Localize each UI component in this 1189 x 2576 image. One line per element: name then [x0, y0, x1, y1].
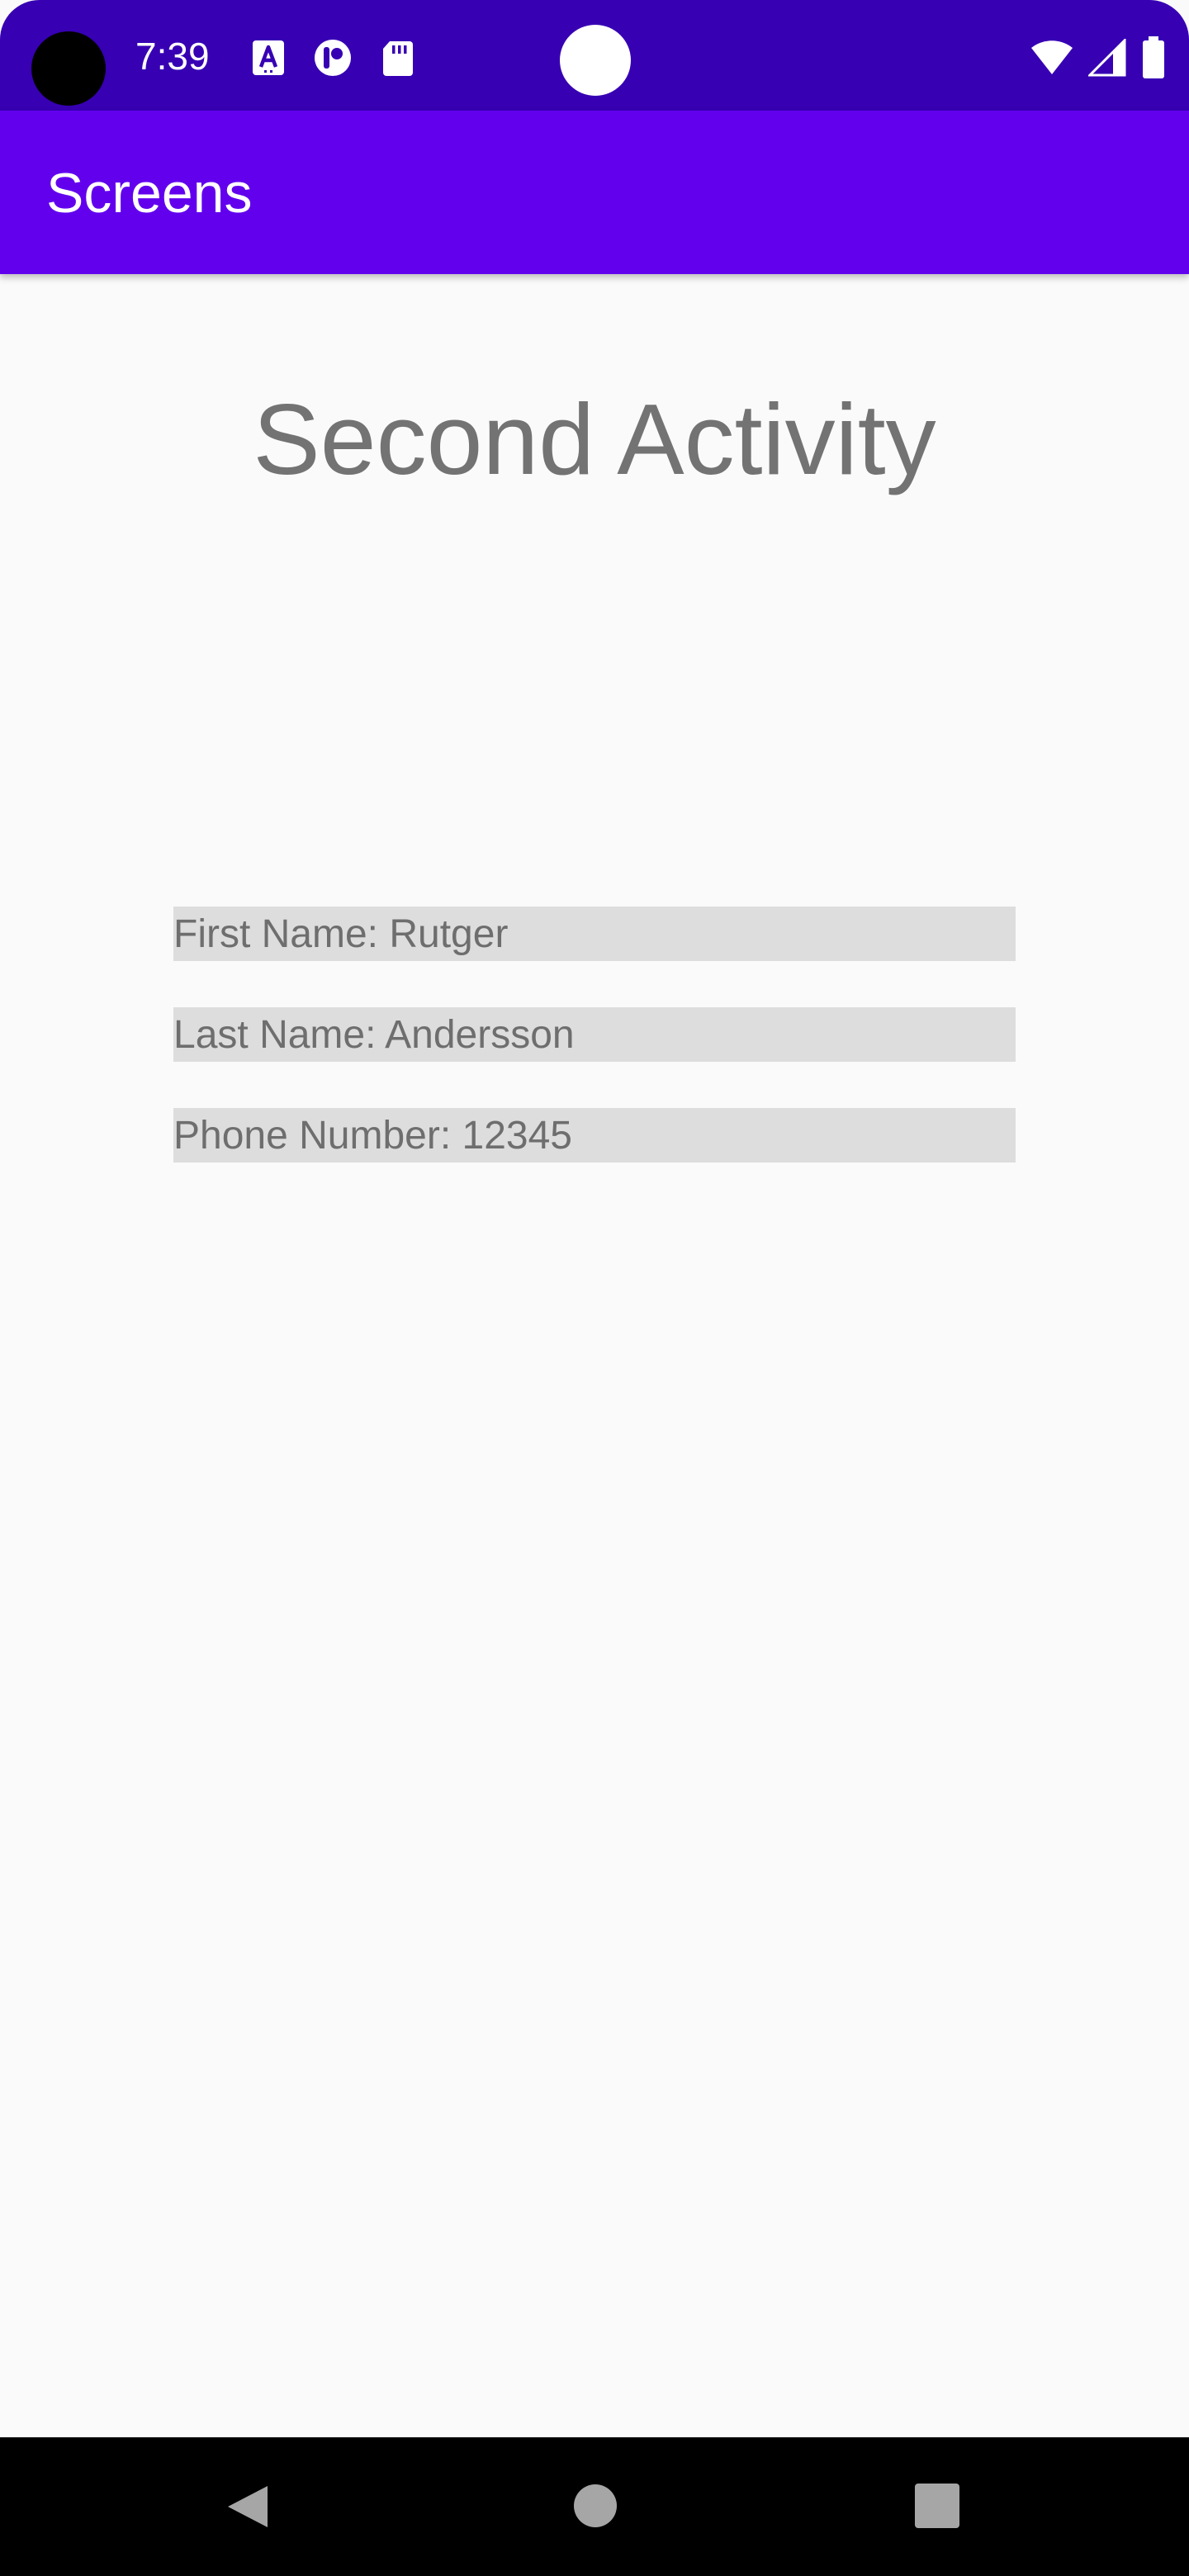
back-icon[interactable] — [225, 2484, 271, 2530]
status-bar: 7:39 — [0, 0, 1189, 111]
page-title: Second Activity — [253, 383, 936, 495]
wifi-icon — [1031, 40, 1073, 74]
battery-icon — [1143, 36, 1164, 78]
cell-signal-icon — [1088, 39, 1126, 77]
camera-cutout — [31, 31, 106, 106]
first-name-field: First Name: Rutger — [173, 907, 1016, 961]
app-bar: Screens — [0, 111, 1189, 274]
home-icon[interactable] — [573, 2484, 618, 2528]
accessibility-text-icon — [253, 40, 284, 75]
sd-card-icon — [383, 41, 413, 76]
app-title: Screens — [46, 162, 253, 225]
main-content: Second Activity First Name: Rutger Last … — [0, 274, 1189, 2437]
notification-app-icon — [315, 40, 351, 76]
recents-icon[interactable] — [915, 2484, 959, 2528]
navigation-bar — [0, 2437, 1189, 2576]
last-name-field: Last Name: Andersson — [173, 1007, 1016, 1062]
status-icons-left — [248, 36, 418, 79]
status-icons-right — [1030, 33, 1166, 83]
center-dot — [560, 25, 631, 96]
status-time: 7:39 — [135, 35, 210, 78]
phone-number-field: Phone Number: 12345 — [173, 1108, 1016, 1163]
